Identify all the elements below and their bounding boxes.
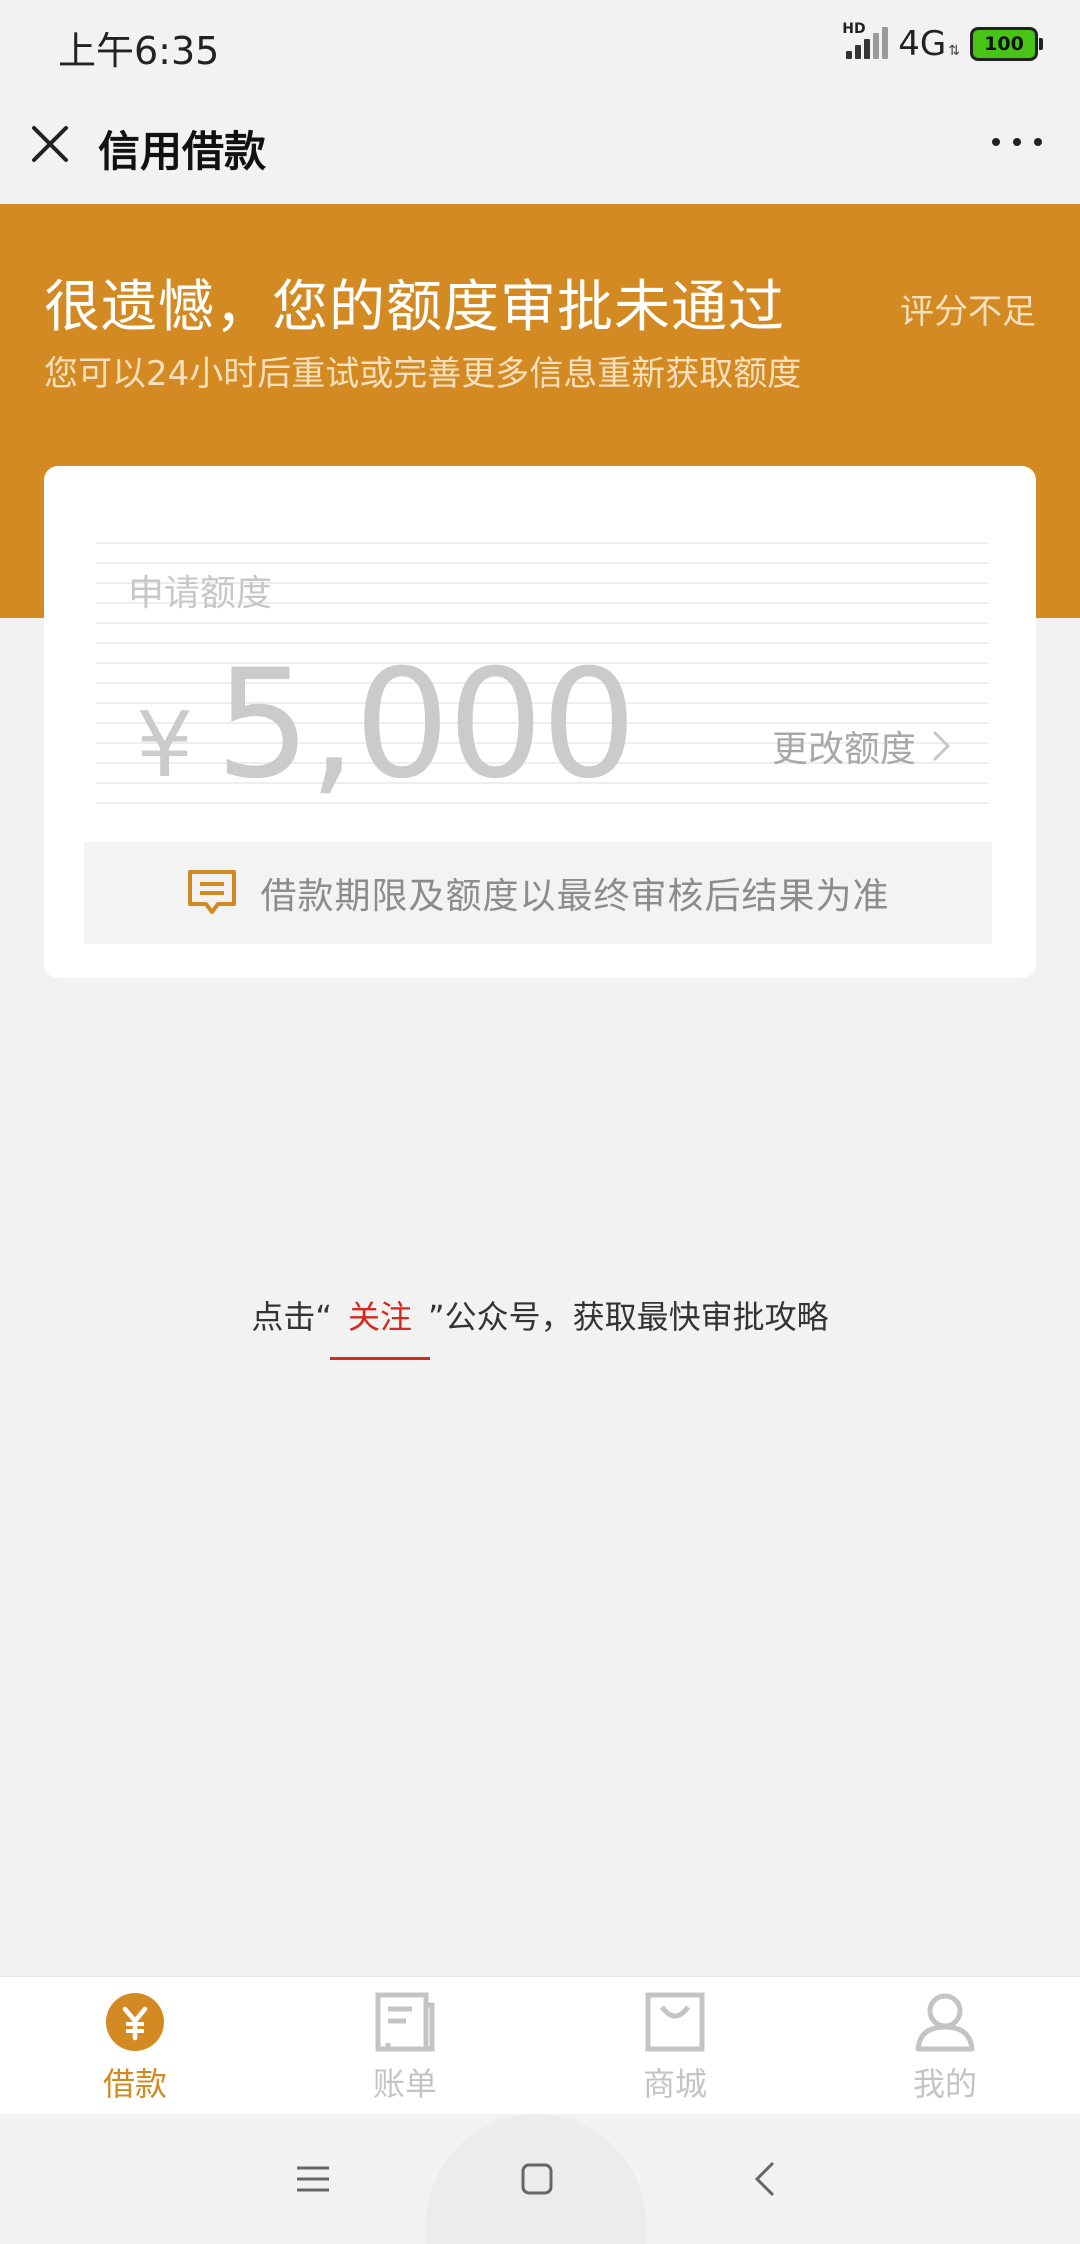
notice-bar: 借款期限及额度以最终审核后结果为准 [84, 842, 992, 944]
tab-shop[interactable]: 商城 [540, 1977, 810, 2115]
limit-amount: ¥ 5,000 [136, 638, 637, 812]
status-indicators: HD 4G ⇅ 100 [842, 21, 1043, 66]
amount-value: 5,000 [215, 638, 636, 812]
tab-label: 账单 [372, 2065, 437, 2103]
system-nav-bar [0, 2114, 1080, 2244]
menu-icon [297, 2166, 329, 2192]
tab-label: 我的 [912, 2065, 977, 2103]
battery-icon: 100 [970, 27, 1043, 61]
follow-link[interactable]: 关注 [329, 1292, 431, 1360]
change-limit-label: 更改额度 [771, 729, 916, 770]
app-screen: 上午6:35 HD 4G ⇅ 100 信用借款 很遗憾，您的额度审批未通过 评分… [0, 0, 1080, 2244]
back-arrow-icon [754, 2161, 775, 2197]
score-status: 评分不足 [900, 292, 1036, 332]
close-icon [32, 126, 68, 162]
apply-limit-label: 申请额度 [128, 573, 273, 614]
home-button[interactable] [500, 2142, 574, 2216]
more-menu-button[interactable] [992, 138, 1042, 150]
follow-tip-suffix: ”公众号，获取最快审批攻略 [428, 1298, 829, 1336]
more-dot-icon [1034, 138, 1042, 146]
close-button[interactable] [28, 122, 72, 166]
battery-level: 100 [984, 33, 1024, 55]
follow-tip-prefix: 点击“ [251, 1298, 332, 1336]
signal-icon: HD [842, 21, 889, 63]
tab-label: 商城 [642, 2065, 707, 2103]
recent-apps-button[interactable] [276, 2142, 350, 2216]
chevron-right-icon [932, 730, 951, 762]
change-limit-link[interactable]: 更改额度 [772, 720, 952, 772]
tab-loan[interactable]: 借款 [0, 1977, 270, 2115]
message-icon [188, 870, 237, 914]
bottom-tab-bar: 借款 账单 商城 我的 [0, 1976, 1080, 2115]
follow-tip: 点击“ 关注 ”公众号，获取最快审批攻略 [0, 1292, 1080, 1360]
square-icon [521, 2163, 553, 2195]
result-subtitle: 您可以24小时后重试或完善更多信息重新获取额度 [44, 354, 802, 394]
tab-bill[interactable]: 账单 [270, 1977, 540, 2115]
network-type: 4G [898, 24, 947, 64]
shop-bag-icon [645, 1992, 705, 2052]
limit-card: 申请额度 ¥ 5,000 更改额度 借款期限及额度以最终审核后结果为准 [44, 466, 1036, 978]
tab-label: 借款 [102, 2065, 167, 2103]
more-dot-icon [1013, 138, 1021, 146]
more-dot-icon [992, 138, 1000, 146]
user-icon [915, 1993, 975, 2052]
status-time: 上午6:35 [58, 29, 220, 73]
back-button[interactable] [728, 2142, 802, 2216]
data-activity-icon: ⇅ [948, 43, 960, 59]
yen-icon [106, 1993, 164, 2051]
nav-bar: 信用借款 [0, 86, 1080, 204]
tab-mine[interactable]: 我的 [810, 1977, 1080, 2115]
result-title: 很遗憾，您的额度审批未通过 [44, 275, 785, 340]
currency-symbol: ¥ [136, 693, 194, 798]
hd-label: HD [842, 21, 866, 37]
bill-icon [375, 1992, 435, 2052]
page-title: 信用借款 [98, 127, 267, 176]
status-bar: 上午6:35 HD 4G ⇅ 100 [0, 0, 1080, 86]
notice-text: 借款期限及额度以最终审核后结果为准 [260, 876, 890, 917]
